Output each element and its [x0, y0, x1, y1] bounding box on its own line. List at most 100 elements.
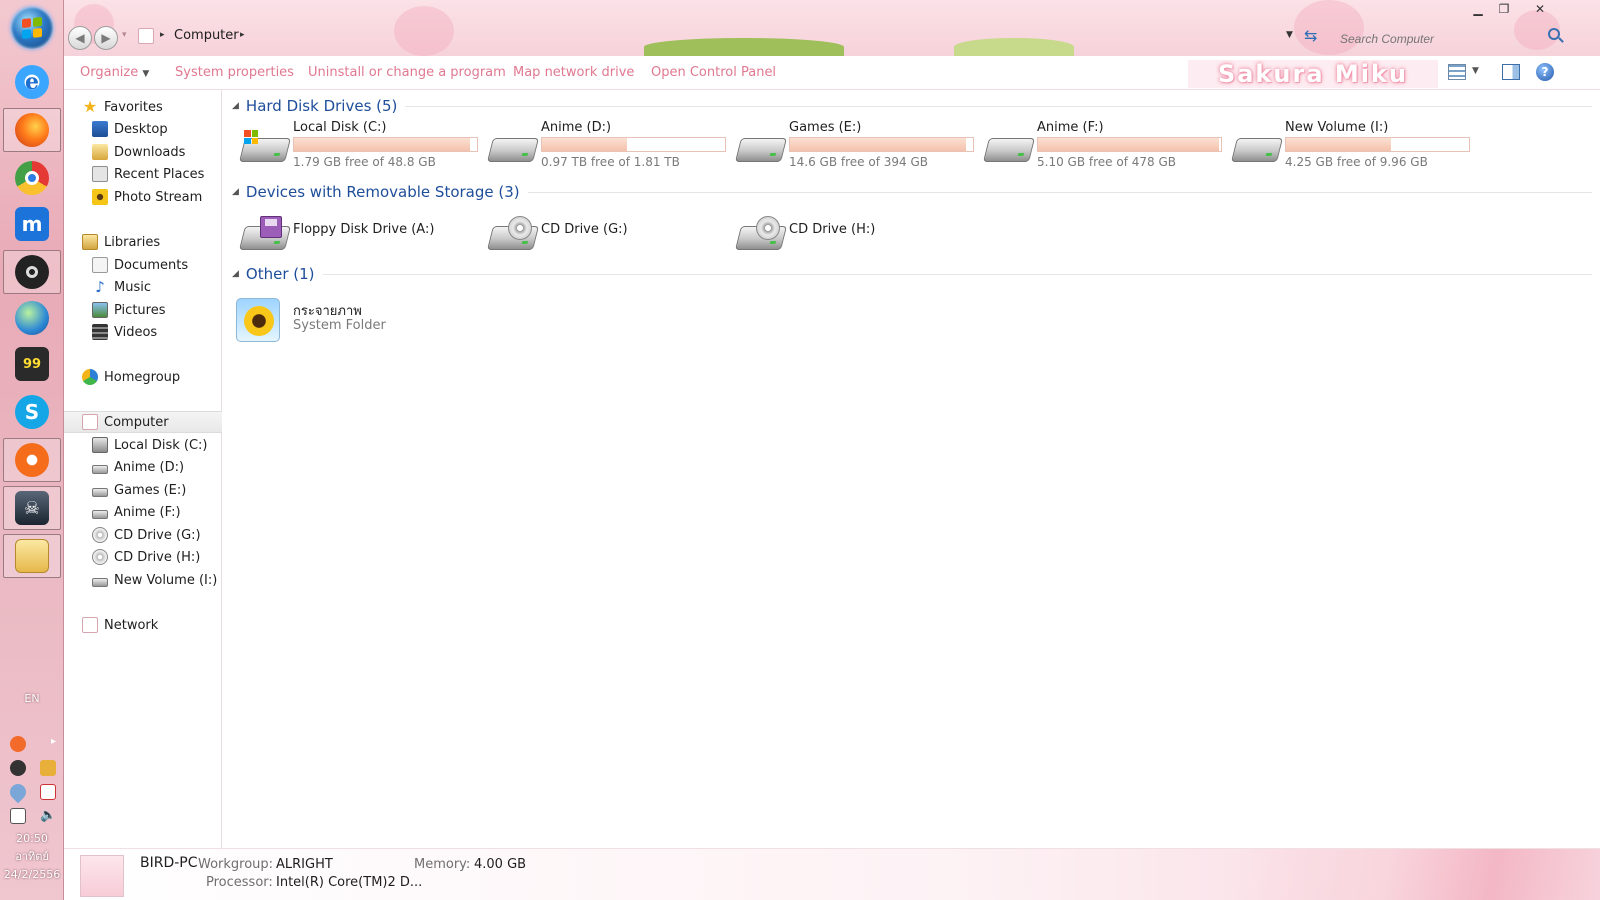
- breadcrumb-computer[interactable]: Computer: [174, 28, 239, 43]
- drive-free-space: 0.97 TB free of 1.81 TB: [541, 155, 680, 169]
- drive-usage-bar: [541, 137, 726, 152]
- nav-drive-i[interactable]: New Volume (I:): [64, 569, 222, 591]
- nav-documents[interactable]: Documents: [64, 254, 222, 276]
- open-control-panel-button[interactable]: Open Control Panel: [651, 65, 776, 80]
- nav-libraries[interactable]: Libraries: [64, 231, 222, 253]
- nav-computer[interactable]: Computer: [64, 411, 222, 433]
- search-icon[interactable]: [1548, 28, 1560, 40]
- group-header-removable-storage[interactable]: ◢ Devices with Removable Storage (3): [232, 181, 1592, 203]
- clock-time[interactable]: 20:50: [0, 830, 64, 848]
- nav-favorites[interactable]: ★ Favorites: [64, 96, 222, 118]
- view-options-dropdown-icon[interactable]: ▼: [1472, 66, 1479, 76]
- homegroup-icon: [82, 369, 98, 385]
- tray-origin-icon[interactable]: [10, 736, 26, 752]
- minimize-button[interactable]: ▁: [1468, 2, 1488, 18]
- address-dropdown-icon[interactable]: ▼: [1286, 30, 1293, 40]
- map-network-drive-button[interactable]: Map network drive: [513, 65, 634, 80]
- drive-tile-i[interactable]: New Volume (I:) 4.25 GB free of 9.96 GB: [1230, 120, 1475, 172]
- taskbar-steam[interactable]: [3, 250, 61, 294]
- leaf-decoration: [954, 38, 1074, 56]
- drive-tile-h[interactable]: CD Drive (H:): [734, 208, 979, 258]
- taskbar-media-app[interactable]: 99: [3, 342, 61, 386]
- drive-tile-c[interactable]: Local Disk (C:) 1.79 GB free of 48.8 GB: [238, 120, 483, 172]
- nav-drive-g[interactable]: CD Drive (G:): [64, 524, 222, 546]
- nav-pictures[interactable]: Pictures: [64, 299, 222, 321]
- drive-tile-e[interactable]: Games (E:) 14.6 GB free of 394 GB: [734, 120, 979, 172]
- group-header-hard-disk-drives[interactable]: ◢ Hard Disk Drives (5): [232, 95, 1592, 117]
- collapse-triangle-icon[interactable]: ◢: [232, 101, 239, 111]
- nav-downloads[interactable]: Downloads: [64, 141, 222, 163]
- tray-pen-icon[interactable]: [40, 760, 56, 776]
- start-button[interactable]: [11, 7, 53, 49]
- group-title: Other (1): [245, 265, 315, 283]
- nav-videos[interactable]: Videos: [64, 321, 222, 343]
- taskbar-skype[interactable]: S: [3, 390, 61, 434]
- taskbar-game-app[interactable]: ☠: [3, 486, 61, 530]
- nav-recent-places[interactable]: Recent Places: [64, 163, 222, 185]
- hard-drive-icon: [487, 130, 539, 170]
- nav-drive-d[interactable]: Anime (D:): [64, 456, 222, 478]
- collapse-triangle-icon[interactable]: ◢: [232, 269, 239, 279]
- workgroup-label: Workgroup:: [198, 857, 274, 872]
- chevron-down-icon: ▼: [142, 69, 150, 79]
- processor-value: Intel(R) Core(TM)2 D...: [276, 875, 423, 890]
- drive-tile-f[interactable]: Anime (F:) 5.10 GB free of 478 GB: [982, 120, 1227, 172]
- tray-expand-icon[interactable]: ▸: [51, 736, 56, 752]
- nav-drive-f[interactable]: Anime (F:): [64, 501, 222, 523]
- chrome-icon: [15, 161, 49, 195]
- tray-network-icon[interactable]: [10, 808, 26, 824]
- pictures-icon: [92, 302, 108, 318]
- clock-date[interactable]: 24/2/2556: [0, 866, 64, 884]
- taskbar-explorer[interactable]: [3, 534, 61, 578]
- hard-drive-icon: [92, 577, 108, 587]
- clock-day[interactable]: อาทิตย์: [0, 848, 64, 866]
- restore-button[interactable]: ❐: [1494, 2, 1514, 18]
- nav-music[interactable]: ♪ Music: [64, 276, 222, 298]
- taskbar-firefox[interactable]: [3, 108, 61, 152]
- language-indicator[interactable]: EN: [0, 692, 64, 705]
- taskbar-chrome[interactable]: [3, 156, 61, 200]
- nav-drive-h[interactable]: CD Drive (H:): [64, 546, 222, 568]
- recent-pages-dropdown-icon[interactable]: ▾: [122, 30, 127, 40]
- system-properties-button[interactable]: System properties: [175, 65, 294, 80]
- drive-tile-d[interactable]: Anime (D:) 0.97 TB free of 1.81 TB: [486, 120, 731, 172]
- search-input[interactable]: [1336, 26, 1506, 48]
- back-button[interactable]: ◀: [68, 26, 92, 50]
- group-header-other[interactable]: ◢ Other (1): [232, 263, 1592, 285]
- organize-button[interactable]: Organize ▼: [80, 65, 149, 80]
- nav-network[interactable]: Network: [64, 614, 222, 636]
- videos-icon: [92, 324, 108, 340]
- nav-photo-stream[interactable]: Photo Stream: [64, 186, 222, 208]
- miku-artwork-decoration: [1240, 849, 1600, 900]
- breadcrumb-separator-icon[interactable]: ▸: [160, 30, 165, 40]
- nav-desktop[interactable]: Desktop: [64, 118, 222, 140]
- taskbar-maxthon[interactable]: m: [3, 202, 61, 246]
- uninstall-program-button[interactable]: Uninstall or change a program: [308, 65, 506, 80]
- firefox-icon: [15, 113, 49, 147]
- drive-usage-bar: [789, 137, 974, 152]
- hard-drive-icon: [1231, 130, 1283, 170]
- close-button[interactable]: ✕: [1530, 2, 1550, 18]
- tray-flag-error-icon[interactable]: [40, 784, 56, 800]
- hard-drive-icon: [735, 130, 787, 170]
- nav-drive-c[interactable]: Local Disk (C:): [64, 434, 222, 456]
- help-icon[interactable]: ?: [1536, 63, 1554, 81]
- preview-pane-icon[interactable]: [1502, 64, 1520, 80]
- nav-homegroup[interactable]: Homegroup: [64, 366, 222, 388]
- tray-volume-icon[interactable]: 🔈: [40, 808, 56, 824]
- refresh-icon[interactable]: ⇆: [1304, 26, 1317, 45]
- nav-drive-h-label: CD Drive (H:): [114, 549, 201, 565]
- taskbar-origin[interactable]: [3, 438, 61, 482]
- forward-button[interactable]: ▶: [94, 26, 118, 50]
- change-view-icon[interactable]: [1448, 64, 1466, 80]
- collapse-triangle-icon[interactable]: ◢: [232, 187, 239, 197]
- system-folder-tile[interactable]: กระจายภาพ System Folder: [236, 298, 483, 350]
- taskbar-network-monitor[interactable]: [3, 296, 61, 340]
- nav-drive-e[interactable]: Games (E:): [64, 479, 222, 501]
- breadcrumb-separator-icon[interactable]: ▸: [240, 30, 245, 40]
- drive-tile-g[interactable]: CD Drive (G:): [486, 208, 731, 258]
- tray-drop-icon[interactable]: [6, 780, 30, 804]
- tray-steam-icon[interactable]: [10, 760, 26, 776]
- drive-tile-a[interactable]: Floppy Disk Drive (A:): [238, 208, 483, 258]
- taskbar-internet-explorer[interactable]: e: [3, 60, 61, 104]
